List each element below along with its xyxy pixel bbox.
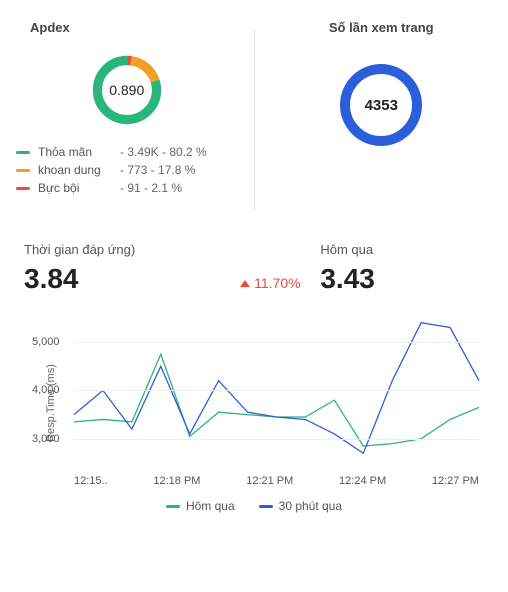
yesterday-title: Hôm qua: [320, 242, 484, 257]
resp-time-title: Thời gian đáp ứng): [24, 242, 220, 257]
resp-time-value: 3.84: [24, 263, 220, 295]
delta-value: 11.70%: [254, 275, 300, 291]
pageviews-ring: 4353: [340, 64, 422, 146]
legend-swatch: [259, 505, 273, 508]
apdex-panel: Apdex 0.890: [0, 0, 254, 220]
arrow-up-icon: [240, 280, 250, 287]
legend-name: Thỏa mãn: [38, 145, 120, 159]
delta-indicator: 11.70%: [240, 275, 300, 291]
line-chart-legend: Hôm qua 30 phút qua: [24, 499, 484, 513]
x-tick: 12:15..: [74, 475, 108, 487]
pageviews-value: 4353: [340, 64, 422, 146]
apdex-value: 0.890: [88, 51, 166, 129]
legend-value: - 3.49K - 80.2 %: [120, 145, 207, 159]
response-time-panel: Thời gian đáp ứng) 3.84 11.70% Hôm qua 3…: [0, 220, 508, 523]
legend-label: Hôm qua: [186, 499, 235, 513]
legend-name: Bực bội: [38, 181, 120, 195]
legend-swatch: [16, 151, 30, 154]
x-tick: 12:21 PM: [246, 475, 293, 487]
apdex-legend: Thỏa mãn - 3.49K - 80.2 % khoan dung - 7…: [16, 143, 238, 197]
legend-swatch: [166, 505, 180, 508]
y-tick: 3,000: [32, 433, 60, 445]
apdex-title: Apdex: [30, 20, 238, 35]
y-tick: 4,000: [32, 384, 60, 396]
y-axis-label: Resp.Time (ms): [45, 364, 57, 442]
x-axis-ticks: 12:15.. 12:18 PM 12:21 PM 12:24 PM 12:27 PM: [74, 475, 479, 487]
legend-name: khoan dung: [38, 163, 120, 177]
legend-row: khoan dung - 773 - 17.8 %: [16, 161, 238, 179]
legend-swatch: [16, 169, 30, 172]
legend-swatch: [16, 187, 30, 190]
pageviews-panel: Số lần xem trang 4353: [255, 0, 508, 220]
x-tick: 12:24 PM: [339, 475, 386, 487]
legend-label: 30 phút qua: [279, 499, 342, 513]
legend-value: - 91 - 2.1 %: [120, 181, 182, 195]
legend-value: - 773 - 17.8 %: [120, 163, 195, 177]
apdex-donut: 0.890: [88, 51, 166, 129]
line-chart: Resp.Time (ms) 3,0004,0005,000 12:15..12…: [24, 313, 484, 493]
yesterday-value: 3.43: [320, 263, 484, 295]
legend-item: Hôm qua: [166, 499, 235, 513]
legend-item: 30 phút qua: [259, 499, 342, 513]
legend-row: Bực bội - 91 - 2.1 %: [16, 179, 238, 197]
x-tick: 12:27 PM: [432, 475, 479, 487]
legend-row: Thỏa mãn - 3.49K - 80.2 %: [16, 143, 238, 161]
x-tick: 12:18 PM: [153, 475, 200, 487]
pageviews-title: Số lần xem trang: [271, 20, 493, 35]
y-tick: 5,000: [32, 336, 60, 348]
